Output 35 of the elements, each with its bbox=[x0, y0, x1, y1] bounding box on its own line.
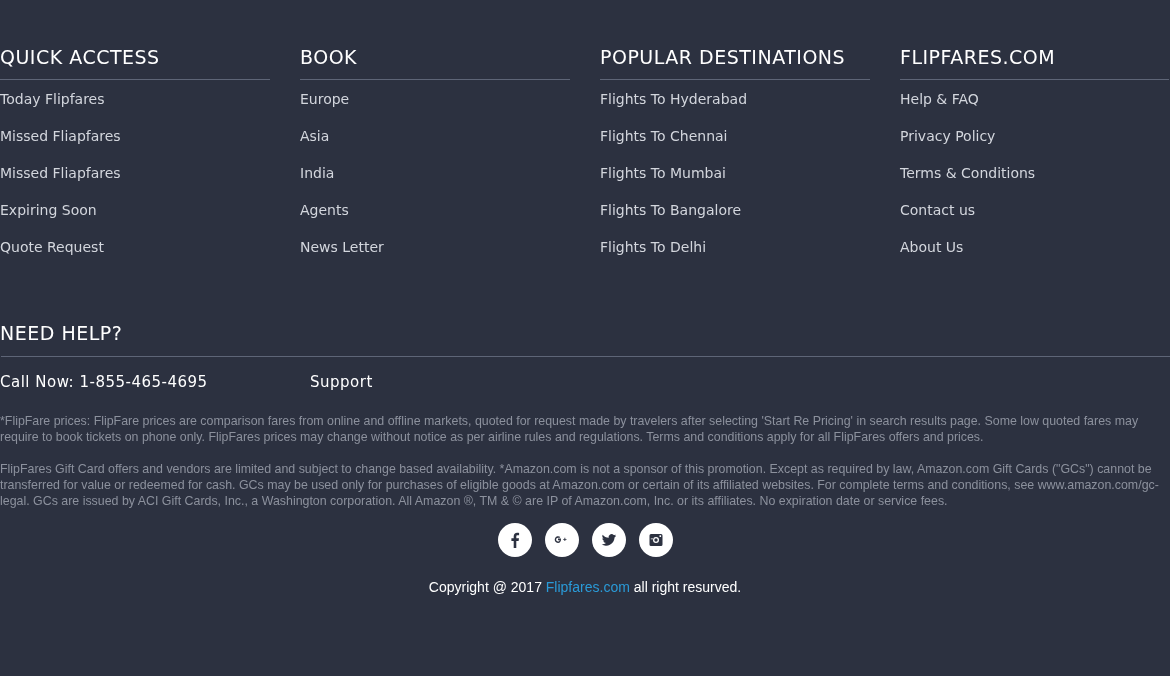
bird-icon[interactable] bbox=[591, 523, 626, 557]
footer-link[interactable]: Flights To Mumbai bbox=[600, 164, 726, 201]
footer-link[interactable]: Flights To Delhi bbox=[600, 238, 707, 275]
footer-link[interactable]: About Us bbox=[900, 238, 964, 275]
footer-link[interactable]: News Letter bbox=[300, 238, 384, 275]
column-heading: POPULAR DESTINATIONS bbox=[600, 45, 846, 70]
footer-link[interactable]: Terms & Conditions bbox=[900, 164, 1036, 201]
disclaimer-text: FlipFares Gift Card offers and vendors are limited and subject to change based availability. *Amazon.com is not a sponsor of this promotion. Except as required by law, Amazon.com Gift Cards ("GCs") cannot be transferred for value or redeemed for cash. GCs may be used only for purchases of eligible goods at Amazon.com or certain of its affiliated websites. For complete terms and conditions, see www.amazon.com/gc-legal. GCs are issued by ACI Gift Cards, Inc., a Washington corporation. All Amazon ®, TM & © are IP of Amazon.com, Inc. or its affiliates. No expiration date or service fees. bbox=[0, 461, 1160, 509]
footer-link[interactable]: Missed Fliapfares bbox=[0, 127, 121, 164]
footer-link[interactable]: Today Flipfares bbox=[0, 90, 105, 127]
copyright-text: Copyright @ 2017 Flipfares.com all right resurved. bbox=[427, 579, 743, 595]
column-heading: BOOK bbox=[300, 45, 358, 70]
support-link[interactable]: Support bbox=[310, 373, 373, 395]
footer-link[interactable]: Flights To Bangalore bbox=[600, 201, 742, 238]
footer-link[interactable]: Flights To Chennai bbox=[600, 127, 728, 164]
phone-number: Call Now: 1-855-465-4695 bbox=[0, 373, 209, 393]
google-plus-icon[interactable] bbox=[544, 523, 579, 557]
footer-link[interactable]: Flights To Hyderabad bbox=[600, 90, 747, 127]
footer-link[interactable]: Europe bbox=[300, 90, 350, 127]
site-link[interactable]: Flipfares.com bbox=[545, 579, 630, 595]
footer-link[interactable]: Agents bbox=[300, 201, 349, 238]
column-heading: QUICK ACCTESS bbox=[0, 45, 160, 70]
footer-link[interactable]: Privacy Policy bbox=[900, 127, 996, 164]
footer-link[interactable]: Missed Fliapfares bbox=[0, 164, 121, 201]
footer-link[interactable]: India bbox=[300, 164, 335, 201]
footer-link[interactable]: Contact us bbox=[900, 201, 976, 238]
disclaimer-text: *FlipFare prices: FlipFare prices are comparison fares from online and offline markets, quoted for request made by travelers after selecting 'Start Re Pricing' in search results page. Some low quoted fares may require to book tickets on phone only. FlipFares prices may change without notice as per airline rules and regulations. Terms and conditions apply for all FlipFares offers and prices. bbox=[0, 413, 1140, 445]
section-heading: NEED HELP? bbox=[0, 321, 124, 346]
footer-link[interactable]: Asia bbox=[300, 127, 330, 164]
facebook-icon[interactable] bbox=[497, 523, 532, 557]
footer-link[interactable]: Help & FAQ bbox=[900, 90, 979, 127]
footer-link[interactable]: Expiring Soon bbox=[0, 201, 97, 238]
column-heading: FLIPFARES.COM bbox=[900, 45, 1056, 70]
footer-link[interactable]: Quote Request bbox=[0, 238, 104, 275]
camera-icon[interactable] bbox=[638, 523, 673, 557]
